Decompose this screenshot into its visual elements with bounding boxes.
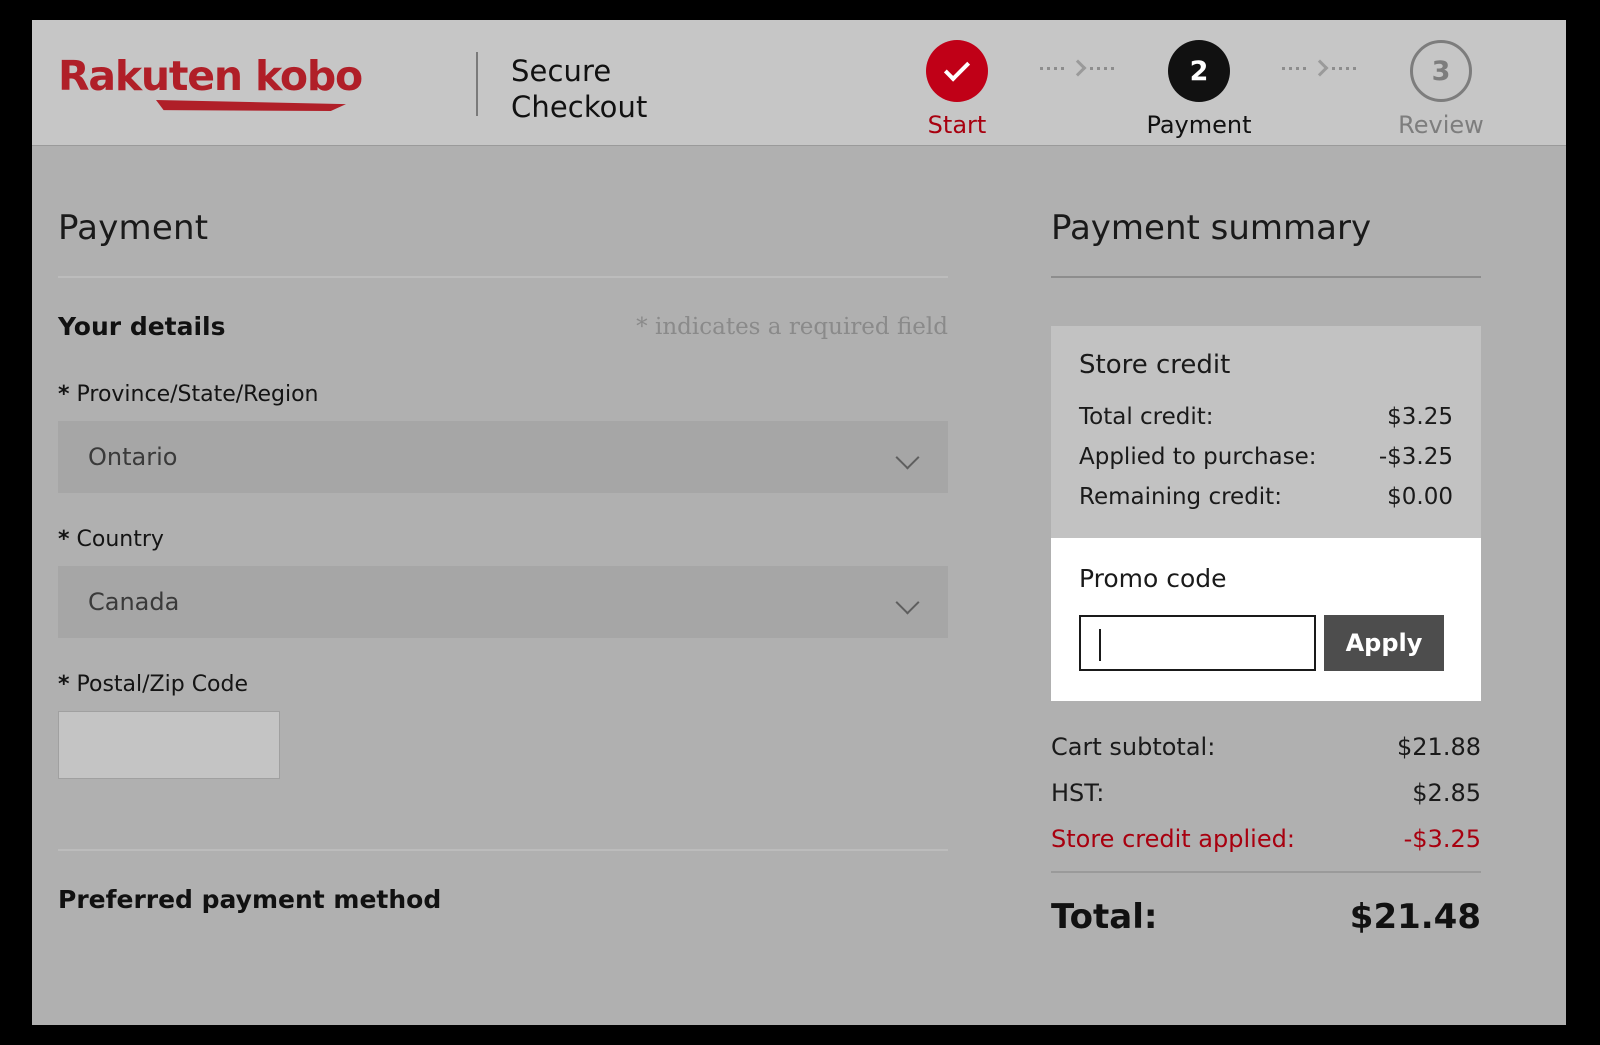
payment-summary-column: Payment summary Store credit Total credi… <box>1051 146 1481 937</box>
browser-viewport: Rakuten kobo Secure Checkout Start <box>32 20 1566 1025</box>
page-title: Payment <box>58 146 948 248</box>
site-header: Rakuten kobo Secure Checkout Start <box>32 20 1566 146</box>
store-credit-row-value: $0.00 <box>1387 484 1453 510</box>
step-connector-1 <box>1032 62 1124 74</box>
total-row-label: Cart subtotal: <box>1051 733 1215 761</box>
brand-logo-text: Rakuten kobo <box>58 52 362 100</box>
dotted-line-icon <box>1040 67 1066 70</box>
your-details-heading: Your details <box>58 312 226 341</box>
province-label: * Province/State/Region <box>58 382 948 407</box>
total-row-label: HST: <box>1051 779 1104 807</box>
store-credit-row: Remaining credit: $0.00 <box>1079 484 1453 510</box>
dotted-line-icon <box>1332 67 1358 70</box>
order-totals: Cart subtotal: $21.88 HST: $2.85 Store c… <box>1051 733 1481 937</box>
total-row-value: $2.85 <box>1412 779 1481 807</box>
checkout-step-indicator: Start 2 Payment 3 <box>882 40 1516 137</box>
title-divider <box>58 276 948 278</box>
promo-code-heading: Promo code <box>1079 564 1453 593</box>
step-payment[interactable]: 2 Payment <box>1124 40 1274 137</box>
store-credit-row-label: Applied to purchase: <box>1079 444 1317 470</box>
field-postal-code: * Postal/Zip Code <box>58 672 948 779</box>
preferred-payment-method-heading: Preferred payment method <box>58 885 948 914</box>
payment-summary-title: Payment summary <box>1051 146 1481 248</box>
field-province: * Province/State/Region Ontario <box>58 382 948 493</box>
rakuten-kobo-logo[interactable]: Rakuten kobo <box>58 56 362 97</box>
required-field-note: * indicates a required field <box>636 314 948 340</box>
total-row-cart-subtotal: Cart subtotal: $21.88 <box>1051 733 1481 761</box>
total-row-value: -$3.25 <box>1404 825 1481 853</box>
store-credit-row: Total credit: $3.25 <box>1079 404 1453 430</box>
promo-code-panel: Promo code Apply <box>1051 538 1481 701</box>
required-asterisk: * <box>58 527 70 552</box>
postal-code-input[interactable] <box>58 711 280 779</box>
logo-swoosh-icon <box>156 100 346 111</box>
secure-checkout-line-1: Secure <box>511 53 647 89</box>
step-connector-2 <box>1274 62 1366 74</box>
store-credit-heading: Store credit <box>1079 350 1453 380</box>
payment-form-column: Payment Your details * indicates a requi… <box>58 146 948 914</box>
store-credit-panel: Store credit Total credit: $3.25 Applied… <box>1051 326 1481 538</box>
country-select[interactable]: Canada <box>58 566 948 638</box>
field-country: * Country Canada <box>58 527 948 638</box>
postal-code-label: * Postal/Zip Code <box>58 672 948 697</box>
check-icon <box>944 55 970 81</box>
store-credit-row-label: Remaining credit: <box>1079 484 1282 510</box>
header-divider <box>476 52 478 116</box>
step-review-circle: 3 <box>1410 40 1472 102</box>
required-asterisk: * <box>58 672 70 697</box>
step-start-label: Start <box>882 113 1032 137</box>
store-credit-row-value: $3.25 <box>1387 404 1453 430</box>
section-divider <box>58 849 948 851</box>
summary-title-divider <box>1051 276 1481 278</box>
step-start-circle <box>926 40 988 102</box>
your-details-row: Your details * indicates a required fiel… <box>58 312 948 348</box>
checkout-body: Payment Your details * indicates a requi… <box>32 146 1566 1024</box>
chevron-down-icon <box>895 445 919 469</box>
step-review[interactable]: 3 Review <box>1366 40 1516 137</box>
chevron-right-icon <box>1312 60 1329 77</box>
screenshot-frame: Rakuten kobo Secure Checkout Start <box>0 0 1600 1045</box>
country-selected-value: Canada <box>88 588 179 616</box>
total-row-hst: HST: $2.85 <box>1051 779 1481 807</box>
step-review-label: Review <box>1366 113 1516 137</box>
total-row-label: Store credit applied: <box>1051 825 1295 853</box>
total-row-store-credit-applied: Store credit applied: -$3.25 <box>1051 825 1481 853</box>
store-credit-row: Applied to purchase: -$3.25 <box>1079 444 1453 470</box>
country-label: * Country <box>58 527 948 552</box>
promo-code-controls: Apply <box>1079 615 1453 671</box>
grand-total-row: Total: $21.48 <box>1051 897 1481 937</box>
step-start[interactable]: Start <box>882 40 1032 137</box>
store-credit-row-value: -$3.25 <box>1379 444 1453 470</box>
province-label-text: Province/State/Region <box>77 382 319 407</box>
chevron-down-icon <box>895 590 919 614</box>
totals-divider <box>1051 871 1481 873</box>
dotted-line-icon <box>1282 67 1308 70</box>
secure-checkout-line-2: Checkout <box>511 89 647 125</box>
dotted-line-icon <box>1090 67 1116 70</box>
store-credit-row-label: Total credit: <box>1079 404 1214 430</box>
required-asterisk: * <box>58 382 70 407</box>
province-select[interactable]: Ontario <box>58 421 948 493</box>
step-payment-circle: 2 <box>1168 40 1230 102</box>
apply-promo-button[interactable]: Apply <box>1324 615 1444 671</box>
secure-checkout-title: Secure Checkout <box>511 53 647 125</box>
grand-total-label: Total: <box>1051 897 1157 937</box>
promo-code-input-wrapper[interactable] <box>1079 615 1316 671</box>
grand-total-value: $21.48 <box>1350 897 1481 937</box>
total-row-value: $21.88 <box>1397 733 1481 761</box>
country-label-text: Country <box>77 527 164 552</box>
chevron-right-icon <box>1070 60 1087 77</box>
text-cursor-icon <box>1099 629 1101 661</box>
step-payment-label: Payment <box>1124 113 1274 137</box>
province-selected-value: Ontario <box>88 443 177 471</box>
postal-code-label-text: Postal/Zip Code <box>77 672 249 697</box>
